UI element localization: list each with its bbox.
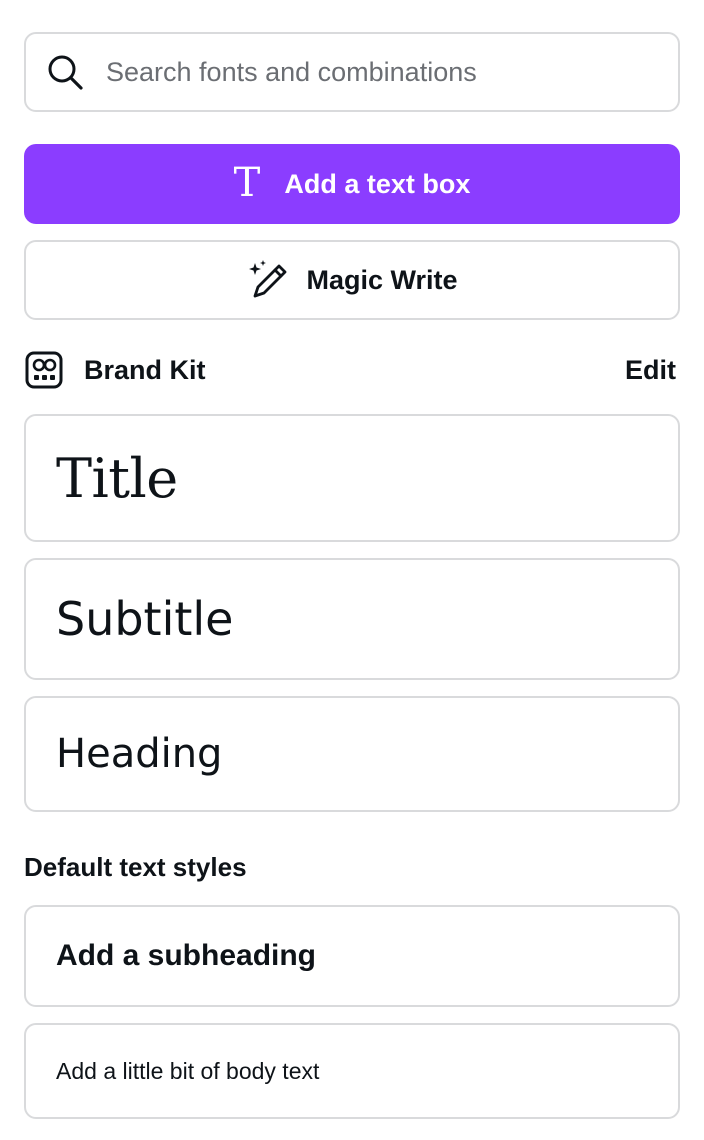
text-panel: T Add a text box Magic Write (24, 32, 680, 1119)
heading-style-text: Heading (56, 731, 223, 777)
add-text-box-label: Add a text box (284, 168, 471, 199)
subtitle-style-text: Subtitle (56, 592, 234, 646)
magic-write-label: Magic Write (306, 264, 458, 295)
brand-title-style[interactable]: Title (24, 414, 680, 542)
search-input[interactable] (106, 56, 660, 88)
add-subheading-style[interactable]: Add a subheading (24, 905, 680, 1007)
search-bar[interactable] (24, 32, 680, 112)
magic-pencil-icon (246, 258, 290, 302)
search-icon (44, 51, 86, 93)
add-text-box-button[interactable]: T Add a text box (24, 144, 680, 224)
brand-kit-header: Brand Kit Edit (24, 350, 680, 390)
subheading-style-text: Add a subheading (56, 939, 317, 972)
add-body-text-style[interactable]: Add a little bit of body text (24, 1023, 680, 1119)
title-style-text: Title (56, 446, 178, 510)
brand-kit-icon (24, 350, 64, 390)
magic-write-button[interactable]: Magic Write (24, 240, 680, 320)
brand-heading-style[interactable]: Heading (24, 696, 680, 812)
default-text-styles-heading: Default text styles (24, 852, 247, 882)
body-style-text: Add a little bit of body text (56, 1057, 320, 1084)
brand-subtitle-style[interactable]: Subtitle (24, 558, 680, 680)
brand-kit-label: Brand Kit (84, 354, 206, 385)
text-t-icon: T (233, 160, 261, 206)
edit-brand-kit-link[interactable]: Edit (625, 355, 676, 386)
brand-kit-title-group: Brand Kit (24, 350, 206, 390)
